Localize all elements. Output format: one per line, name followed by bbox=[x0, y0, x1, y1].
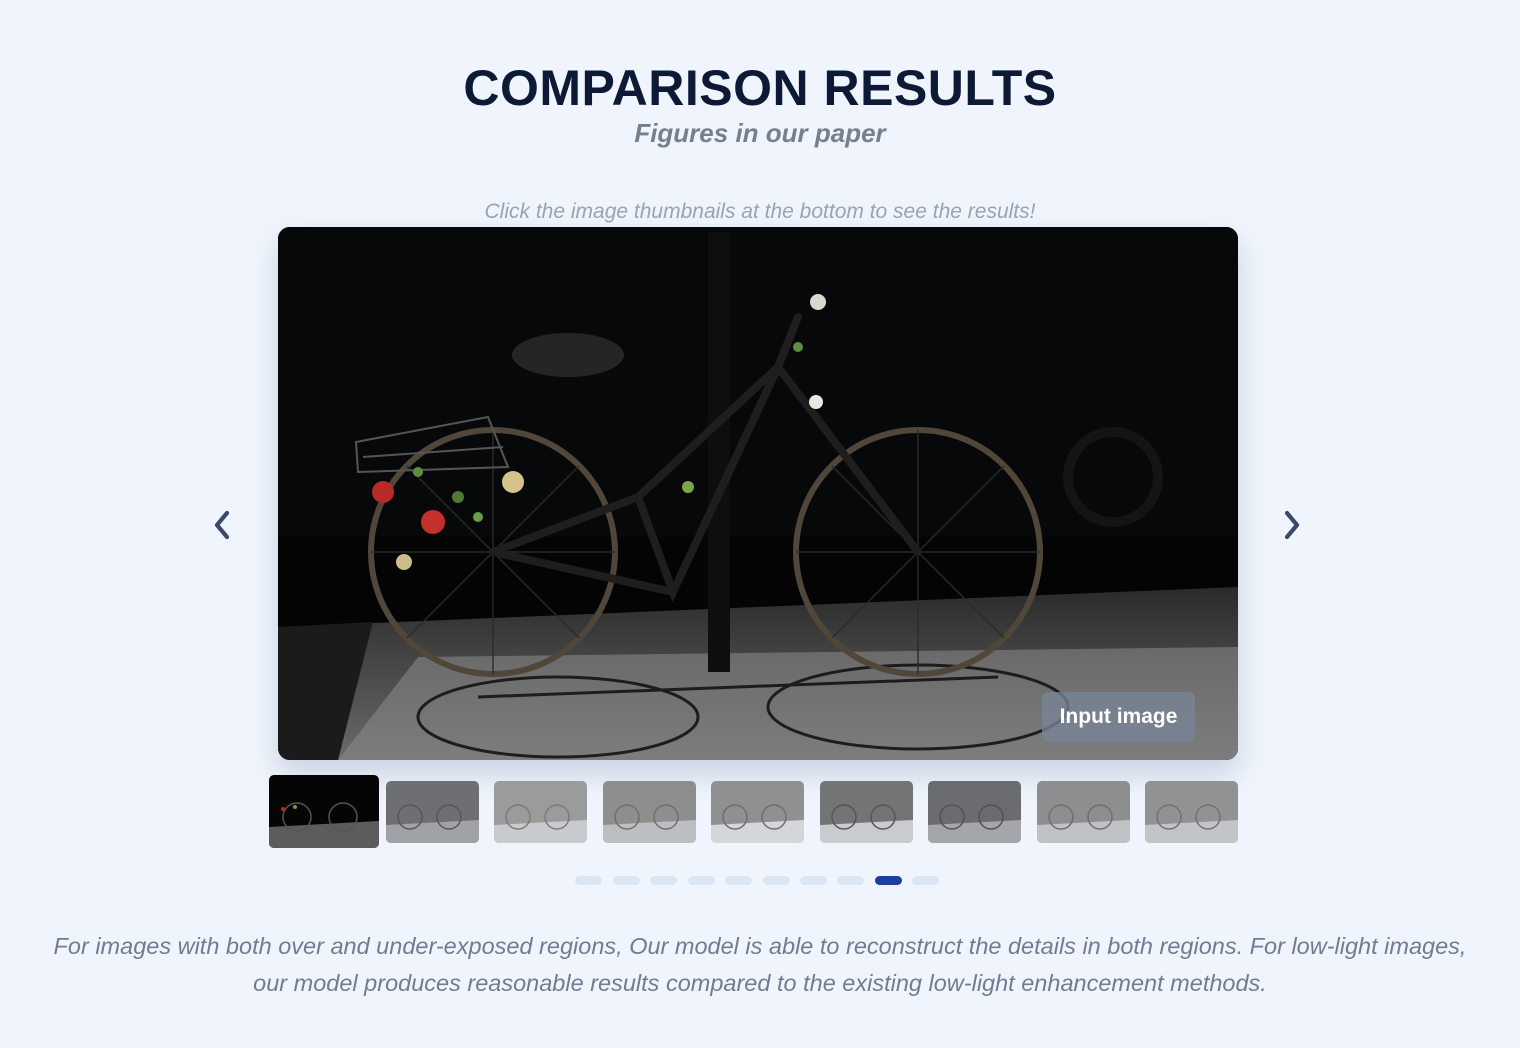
thumbnail-9[interactable] bbox=[1145, 781, 1238, 843]
thumbnail-image bbox=[928, 781, 1021, 843]
results-caption: For images with both over and under-expo… bbox=[53, 933, 1467, 996]
pagination-dot-3[interactable] bbox=[650, 876, 677, 885]
thumbnail-5[interactable] bbox=[711, 781, 804, 843]
pagination-dot-8[interactable] bbox=[837, 876, 864, 885]
thumbnail-image bbox=[1037, 781, 1130, 843]
page-subtitle: Figures in our paper bbox=[634, 118, 886, 148]
thumbnail-8[interactable] bbox=[1037, 781, 1130, 843]
page-title: COMPARISON RESULTS bbox=[463, 60, 1057, 116]
chevron-left-icon bbox=[214, 510, 230, 540]
thumbnail-image bbox=[711, 781, 804, 843]
image-caption-badge: Input image bbox=[1042, 692, 1195, 742]
main-image bbox=[278, 227, 1238, 760]
pagination-dot-2[interactable] bbox=[613, 876, 640, 885]
pagination-dot-1[interactable] bbox=[575, 876, 602, 885]
pagination-dot-9[interactable] bbox=[875, 876, 902, 885]
thumbnail-4[interactable] bbox=[603, 781, 696, 843]
pagination-dot-4[interactable] bbox=[688, 876, 715, 885]
pagination-dot-6[interactable] bbox=[763, 876, 790, 885]
thumbnail-7[interactable] bbox=[928, 781, 1021, 843]
carousel-pagination bbox=[575, 876, 955, 886]
thumbnail-1[interactable] bbox=[269, 775, 379, 848]
thumbnail-image bbox=[386, 781, 479, 843]
thumbnail-image bbox=[1145, 781, 1238, 843]
thumbnail-strip bbox=[268, 774, 1240, 850]
main-image-viewer[interactable]: Input image bbox=[278, 227, 1238, 760]
pagination-dot-10[interactable] bbox=[912, 876, 939, 885]
thumbnail-image bbox=[494, 781, 587, 843]
thumbnail-2[interactable] bbox=[386, 781, 479, 843]
chevron-right-icon bbox=[1284, 510, 1300, 540]
instruction-hint: Click the image thumbnails at the bottom… bbox=[484, 200, 1036, 223]
thumbnail-image bbox=[603, 781, 696, 843]
thumbnail-6[interactable] bbox=[820, 781, 913, 843]
pagination-dot-7[interactable] bbox=[800, 876, 827, 885]
thumbnail-3[interactable] bbox=[494, 781, 587, 843]
thumbnail-image bbox=[269, 775, 379, 848]
previous-button[interactable] bbox=[202, 505, 242, 545]
pagination-dot-5[interactable] bbox=[725, 876, 752, 885]
next-button[interactable] bbox=[1272, 505, 1312, 545]
thumbnail-image bbox=[820, 781, 913, 843]
